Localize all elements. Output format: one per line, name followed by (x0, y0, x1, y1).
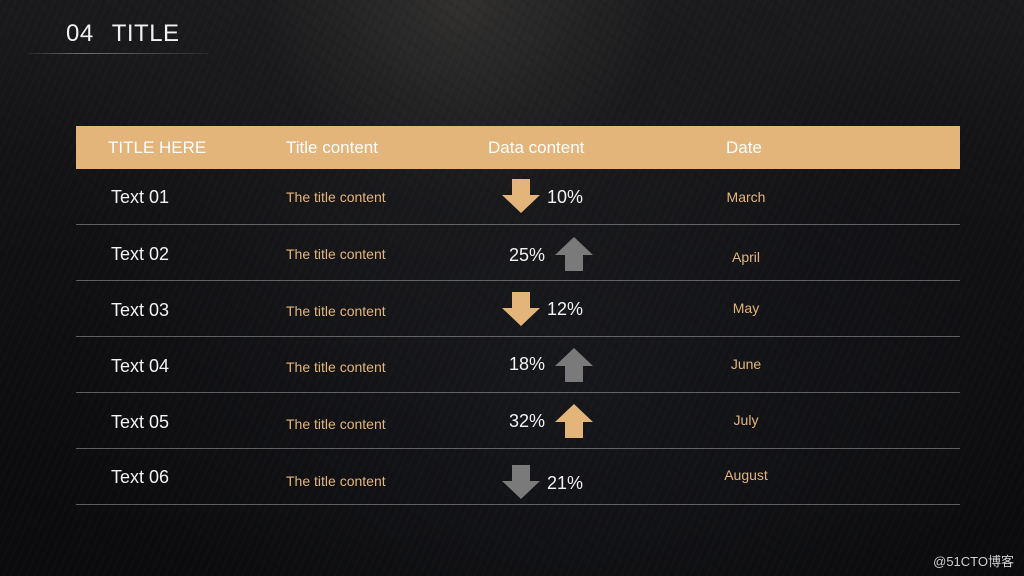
row-title-content: The title content (286, 303, 386, 319)
row-percentage: 10% (547, 187, 584, 207)
row-name: Text 02 (111, 244, 170, 264)
slide-title: TITLE (111, 20, 180, 47)
row-date: March (726, 189, 766, 205)
table-row: Text 05 The title content 32% July (76, 393, 960, 449)
watermark: @51CTO博客 (933, 554, 1014, 569)
row-title-content: The title content (286, 359, 386, 375)
arrow-up-icon (554, 236, 594, 272)
table-header: TITLE HERE Title content Data content Da… (76, 126, 960, 169)
table-body: Text 01 The title content 10% March Text 02 T… (76, 169, 960, 505)
row-name: Text 04 (111, 356, 170, 376)
row-date: May (732, 300, 760, 316)
arrow-down-icon (501, 291, 541, 327)
table-row: Text 03 The title content 12% May (76, 281, 960, 337)
row-title-content: The title content (286, 473, 386, 489)
table-row: Text 06 The title content 21% August (76, 449, 960, 505)
data-table: TITLE HERE Title content Data content Da… (76, 126, 960, 505)
arrow-down-icon (501, 464, 541, 500)
row-percentage: 12% (547, 299, 584, 319)
row-date: April (731, 249, 761, 265)
row-date: August (724, 467, 768, 483)
row-name: Text 06 (111, 467, 170, 487)
row-name: Text 05 (111, 412, 170, 432)
row-percentage: 32% (509, 411, 546, 431)
row-title-content: The title content (286, 246, 386, 262)
row-percentage: 25% (509, 245, 546, 265)
header-cell-date: Date (726, 138, 762, 157)
slide-heading: 04 TITLE (66, 20, 180, 48)
header-cell-title: Title content (286, 138, 378, 157)
header-cell-name: TITLE HERE (108, 138, 207, 157)
arrow-down-icon (501, 178, 541, 214)
row-percentage: 21% (547, 473, 584, 493)
arrow-up-icon (554, 403, 594, 439)
arrow-up-icon (554, 347, 594, 383)
slide-number: 04 (66, 20, 94, 47)
row-name: Text 01 (111, 187, 170, 207)
row-date: June (730, 356, 762, 372)
header-cell-data: Data content (488, 138, 585, 157)
heading-underline (28, 53, 208, 54)
table-row: Text 04 The title content 18% June (76, 337, 960, 393)
table-row: Text 01 The title content 10% March (76, 169, 960, 225)
row-percentage: 18% (509, 354, 546, 374)
row-date: July (733, 412, 759, 428)
row-title-content: The title content (286, 416, 386, 432)
row-name: Text 03 (111, 300, 170, 320)
table-row: Text 02 The title content 25% April (76, 225, 960, 281)
row-title-content: The title content (286, 189, 386, 205)
